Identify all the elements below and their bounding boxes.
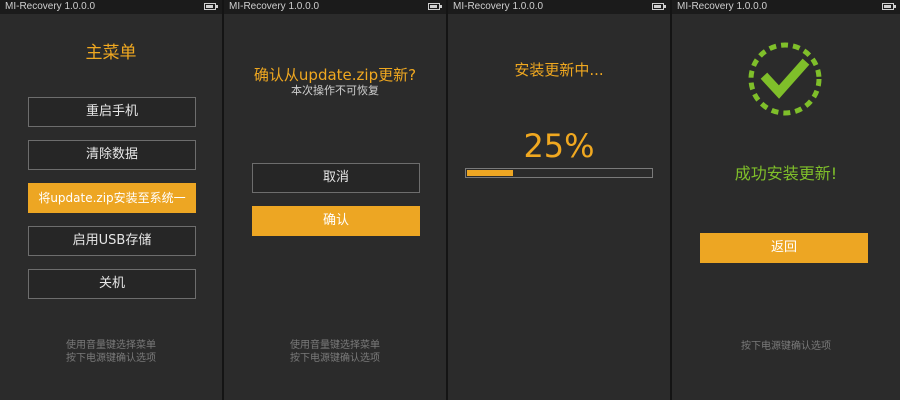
progress-bar <box>465 168 653 178</box>
status-title: MI-Recovery 1.0.0.0 <box>5 1 96 12</box>
page-title: 主菜单 <box>85 43 137 63</box>
status-bar: MI-Recovery 1.0.0.0 <box>448 0 670 14</box>
status-bar: MI-Recovery 1.0.0.0 <box>672 0 900 14</box>
status-title: MI-Recovery 1.0.0.0 <box>677 1 768 12</box>
battery-icon <box>882 3 896 10</box>
hint-line-2: 按下电源键确认选项 <box>290 353 380 364</box>
screen-installing: MI-Recovery 1.0.0.0 安装更新中... 25% <box>448 0 672 400</box>
status-title: MI-Recovery 1.0.0.0 <box>453 1 544 12</box>
battery-icon <box>428 3 442 10</box>
reboot-button[interactable]: 重启手机 <box>28 97 196 127</box>
hint-line: 按下电源键确认选项 <box>741 341 831 352</box>
usb-storage-button[interactable]: 启用USB存储 <box>28 226 196 256</box>
hint-line-1: 使用音量键选择菜单 <box>66 340 156 351</box>
screen-success: MI-Recovery 1.0.0.0 成功安装更新! 返回 按下电源键确认选项 <box>672 0 900 400</box>
battery-icon <box>652 3 666 10</box>
install-update-button[interactable]: 将update.zip安装至系统一 <box>28 183 196 213</box>
battery-icon <box>204 3 218 10</box>
cancel-button[interactable]: 取消 <box>252 163 420 193</box>
installing-title: 安装更新中... <box>514 61 604 79</box>
status-title: MI-Recovery 1.0.0.0 <box>229 1 320 12</box>
status-bar: MI-Recovery 1.0.0.0 <box>0 0 222 14</box>
recovery-screens: MI-Recovery 1.0.0.0 主菜单 重启手机 清除数据 将updat… <box>0 0 900 400</box>
wipe-data-button[interactable]: 清除数据 <box>28 140 196 170</box>
confirm-subtitle: 本次操作不可恢复 <box>291 84 379 97</box>
screen-confirm: MI-Recovery 1.0.0.0 确认从update.zip更新? 本次操… <box>224 0 448 400</box>
screen-main-menu: MI-Recovery 1.0.0.0 主菜单 重启手机 清除数据 将updat… <box>0 0 224 400</box>
progress-fill <box>467 170 513 176</box>
progress-percent: 25% <box>523 127 595 165</box>
confirm-button[interactable]: 确认 <box>252 206 420 236</box>
hint-line-1: 使用音量键选择菜单 <box>290 340 380 351</box>
power-off-button[interactable]: 关机 <box>28 269 196 299</box>
status-bar: MI-Recovery 1.0.0.0 <box>224 0 446 14</box>
success-message: 成功安装更新! <box>734 164 838 183</box>
confirm-title: 确认从update.zip更新? <box>253 66 417 84</box>
back-button[interactable]: 返回 <box>700 233 868 263</box>
hint-line-2: 按下电源键确认选项 <box>66 353 156 364</box>
check-circle-icon <box>748 42 822 116</box>
